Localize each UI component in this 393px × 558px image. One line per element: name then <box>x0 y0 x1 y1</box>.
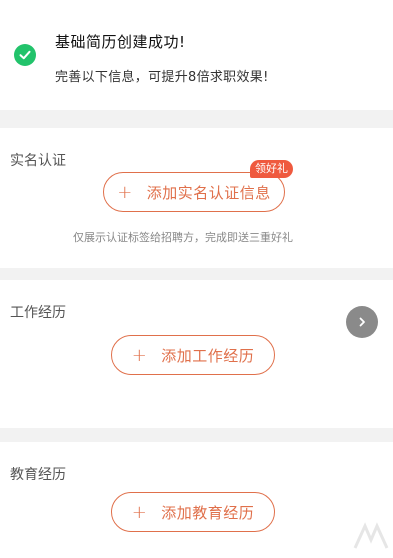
education-label: 教育经历 <box>10 467 66 483</box>
realname-label: 实名认证 <box>10 153 66 169</box>
watermark-logo <box>351 518 391 554</box>
add-education-label: 添加教育经历 <box>161 503 255 522</box>
add-realname-button[interactable]: + 添加实名认证信息 <box>103 172 285 212</box>
success-banner: 基础简历创建成功! 完善以下信息，可提升8倍求职效果! <box>0 0 393 110</box>
plus-icon: + <box>131 344 148 366</box>
chevron-right-icon[interactable] <box>346 306 378 338</box>
realname-section: 实名认证 + 添加实名认证信息 领好礼 仅展示认证标签给招聘方，完成即送三重好礼 <box>0 128 393 268</box>
work-label: 工作经历 <box>10 305 66 321</box>
add-education-button[interactable]: + 添加教育经历 <box>111 492 275 532</box>
success-title: 基础简历创建成功! <box>55 33 186 51</box>
plus-icon: + <box>131 501 148 523</box>
education-section: 教育经历 + 添加教育经历 <box>0 442 393 556</box>
divider <box>0 428 393 442</box>
realname-hint: 仅展示认证标签给招聘方，完成即送三重好礼 <box>73 231 293 244</box>
add-work-label: 添加工作经历 <box>161 346 255 365</box>
add-realname-label: 添加实名认证信息 <box>146 183 271 202</box>
divider <box>0 268 393 280</box>
gift-badge: 领好礼 <box>250 160 293 178</box>
plus-icon: + <box>117 181 133 203</box>
add-work-button[interactable]: + 添加工作经历 <box>111 335 275 375</box>
check-circle-icon <box>14 44 36 66</box>
success-subtitle: 完善以下信息，可提升8倍求职效果! <box>55 70 269 85</box>
divider <box>0 110 393 128</box>
work-section: 工作经历 + 添加工作经历 <box>0 280 393 428</box>
